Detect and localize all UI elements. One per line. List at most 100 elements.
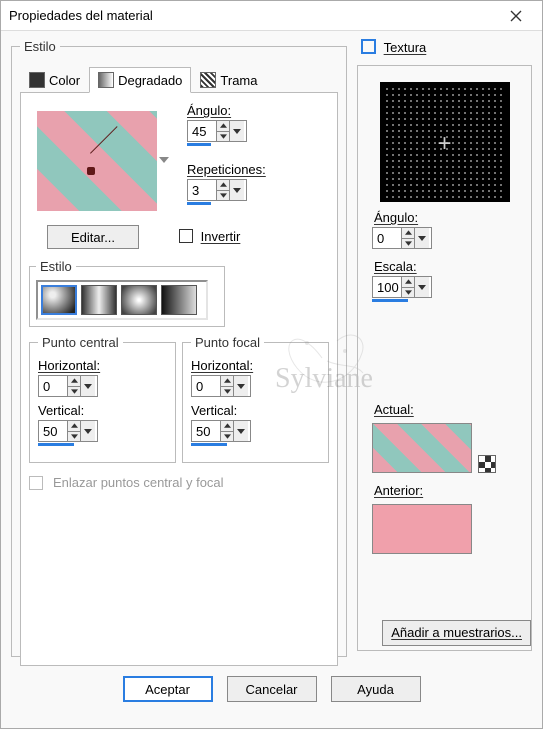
tex-angle-spinner[interactable] — [372, 227, 432, 249]
center-v-bar — [38, 443, 74, 446]
link-points-row: Enlazar puntos central y focal — [29, 475, 329, 490]
gradient-panel: Ángulo: — [20, 93, 338, 666]
tab-color-label: Color — [49, 73, 80, 88]
texture-fieldset: + Ángulo: Escala: — [357, 65, 532, 651]
tex-angle-up[interactable] — [402, 228, 414, 239]
window-title: Propiedades del material — [9, 8, 498, 23]
reps-spinner[interactable] — [187, 179, 247, 201]
tex-scale-input[interactable] — [373, 277, 401, 297]
tab-gradient[interactable]: Degradado — [89, 67, 191, 93]
link-points-checkbox — [29, 476, 43, 490]
texture-checkbox[interactable] — [361, 39, 376, 54]
tabs: Color Degradado Trama — [20, 66, 338, 93]
center-point-legend: Punto central — [38, 335, 123, 350]
invert-checkbox-row[interactable]: Invertir — [179, 229, 240, 246]
actual-preview — [372, 423, 472, 473]
focal-h-label: Horizontal: — [191, 358, 253, 373]
focal-h-down[interactable] — [221, 387, 233, 397]
tex-angle-input[interactable] — [373, 228, 401, 248]
ok-button[interactable]: Aceptar — [123, 676, 213, 702]
center-v-up[interactable] — [68, 421, 80, 432]
edit-button[interactable]: Editar... — [47, 225, 139, 249]
texture-preview[interactable]: + — [380, 82, 510, 202]
focal-v-spinner[interactable] — [191, 420, 251, 442]
focal-h-input[interactable] — [192, 376, 220, 396]
focal-v-input[interactable] — [192, 421, 220, 441]
preview-dropdown-arrow[interactable] — [159, 151, 169, 161]
focal-h-up[interactable] — [221, 376, 233, 387]
style-legend: Estilo — [20, 39, 60, 54]
texture-center-marker: + — [438, 130, 452, 158]
center-v-down[interactable] — [68, 432, 80, 442]
angle-label: Ángulo: — [187, 103, 231, 118]
focal-v-down[interactable] — [221, 432, 233, 442]
reps-input[interactable] — [188, 180, 216, 200]
style-linear[interactable] — [41, 285, 77, 315]
focal-v-combo[interactable] — [233, 421, 248, 441]
gradient-style-legend: Estilo — [36, 259, 76, 274]
tab-pattern[interactable]: Trama — [191, 67, 266, 93]
reps-combo[interactable] — [229, 180, 244, 200]
invert-label: Invertir — [201, 229, 241, 244]
pattern-swatch-icon — [200, 72, 216, 88]
transparency-toggle[interactable] — [478, 455, 496, 473]
gradient-preview[interactable] — [37, 111, 157, 211]
gradient-style-group: Estilo — [29, 259, 225, 327]
center-h-label: Horizontal: — [38, 358, 100, 373]
center-h-up[interactable] — [68, 376, 80, 387]
center-v-spinner[interactable] — [38, 420, 98, 442]
reps-label: Repeticiones: — [187, 162, 266, 177]
angle-down[interactable] — [217, 132, 229, 142]
angle-spinner[interactable] — [187, 120, 247, 142]
close-button[interactable] — [498, 4, 534, 28]
center-v-combo[interactable] — [80, 421, 95, 441]
focal-point-group: Punto focal Horizontal: — [182, 335, 329, 463]
tex-angle-down[interactable] — [402, 239, 414, 249]
center-point-group: Punto central Horizontal: — [29, 335, 176, 463]
angle-up[interactable] — [217, 121, 229, 132]
tex-scale-label: Escala: — [374, 259, 417, 274]
angle-combo[interactable] — [229, 121, 244, 141]
reps-up[interactable] — [217, 180, 229, 191]
tex-scale-spinner[interactable] — [372, 276, 432, 298]
center-h-spinner[interactable] — [38, 375, 98, 397]
texture-checkbox-row[interactable]: Textura — [361, 39, 532, 57]
texture-label: Textura — [384, 40, 427, 55]
center-h-down[interactable] — [68, 387, 80, 397]
add-swatch-button[interactable]: Añadir a muestrarios... — [382, 620, 531, 646]
reps-bar — [187, 202, 211, 205]
center-v-label: Vertical: — [38, 403, 84, 418]
focal-h-combo[interactable] — [233, 376, 248, 396]
reps-down[interactable] — [217, 191, 229, 201]
tex-scale-combo[interactable] — [414, 277, 429, 297]
tex-scale-bar — [372, 299, 408, 302]
tex-angle-label: Ángulo: — [374, 210, 418, 225]
dialog-buttons: Aceptar Cancelar Ayuda — [1, 666, 542, 702]
focal-v-label: Vertical: — [191, 403, 237, 418]
tex-scale-down[interactable] — [402, 288, 414, 298]
angle-input[interactable] — [188, 121, 216, 141]
focal-h-spinner[interactable] — [191, 375, 251, 397]
focal-v-bar — [191, 443, 227, 446]
help-button[interactable]: Ayuda — [331, 676, 421, 702]
previous-label: Anterior: — [374, 483, 423, 498]
previous-preview[interactable] — [372, 504, 472, 554]
cancel-button[interactable]: Cancelar — [227, 676, 317, 702]
focal-point-legend: Punto focal — [191, 335, 264, 350]
focal-v-up[interactable] — [221, 421, 233, 432]
style-sunburst[interactable] — [121, 285, 157, 315]
style-radial[interactable] — [161, 285, 197, 315]
gradient-swatch-icon — [98, 72, 114, 88]
tab-pattern-label: Trama — [220, 73, 257, 88]
center-h-input[interactable] — [39, 376, 67, 396]
style-rectangular[interactable] — [81, 285, 117, 315]
tex-scale-up[interactable] — [402, 277, 414, 288]
center-v-input[interactable] — [39, 421, 67, 441]
tex-angle-combo[interactable] — [414, 228, 429, 248]
tab-color[interactable]: Color — [20, 67, 89, 93]
invert-checkbox[interactable] — [179, 229, 193, 243]
style-fieldset: Estilo Color Degradado Trama — [11, 39, 347, 657]
color-swatch-icon — [29, 72, 45, 88]
center-h-combo[interactable] — [80, 376, 95, 396]
tab-gradient-label: Degradado — [118, 73, 182, 88]
